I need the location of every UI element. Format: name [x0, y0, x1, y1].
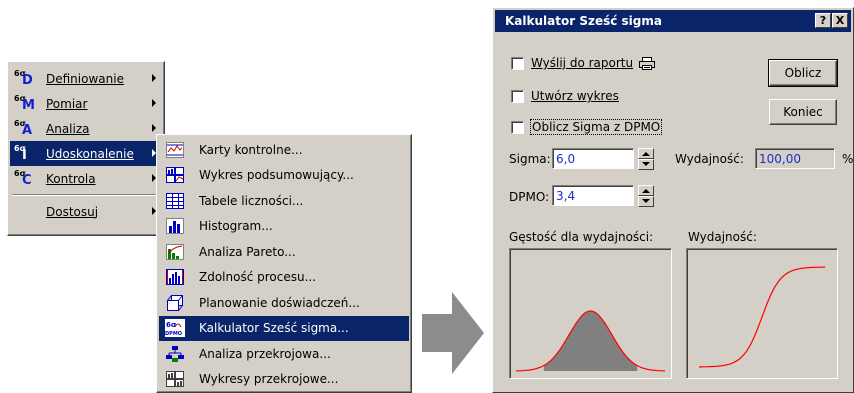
submenu-item-control-charts[interactable]: Karty kontrolne... — [159, 137, 409, 163]
submenu-item-label: Kalkulator Sześć sigma... — [199, 321, 349, 336]
density-curve — [515, 310, 666, 372]
create-chart-checkbox[interactable]: Utwórz wykres — [511, 89, 619, 103]
pareto-icon — [165, 243, 185, 261]
submenu-item-summary-chart[interactable]: Wykres podsumowujący... — [159, 163, 409, 189]
checkbox-box[interactable] — [511, 120, 524, 134]
end-button[interactable]: Koniec — [769, 99, 837, 125]
table-icon — [165, 192, 185, 210]
measure-icon: 6σ M — [14, 93, 35, 113]
submenu-item-frequency-tables[interactable]: Tabele liczności... — [159, 188, 409, 214]
menu-item-control[interactable]: 6σ C Kontrola — [10, 166, 162, 191]
yield-label: Wydajność: — [675, 152, 744, 166]
checkbox-label: Utwórz wykres — [531, 89, 619, 103]
sigma-spinner[interactable] — [638, 148, 654, 170]
sigma-input[interactable]: 6,0 — [552, 148, 634, 169]
svg-text:DPMO: DPMO — [165, 331, 182, 337]
improve-submenu: Karty kontrolne... Wykres podsumowujący.… — [156, 134, 412, 393]
drilldown-icon — [165, 345, 185, 363]
define-icon: 6σ D — [14, 68, 33, 88]
spin-up-icon[interactable] — [638, 148, 654, 159]
menu-item-improve[interactable]: 6σ I Udoskonalenie — [10, 141, 162, 166]
submenu-item-label: Zdolność procesu... — [199, 270, 317, 285]
yield-curve — [699, 266, 825, 368]
histogram-icon — [165, 217, 185, 235]
spin-up-icon[interactable] — [638, 185, 654, 196]
submenu-item-process-capability[interactable]: Zdolność procesu... — [159, 265, 409, 291]
control-chart-icon — [165, 141, 185, 159]
menu-item-label: Kontrola — [46, 171, 96, 186]
menu-item-label: Pomiar — [46, 96, 88, 111]
menu-item-analyze[interactable]: 6σ A Analiza — [10, 116, 162, 141]
checkbox-box[interactable] — [511, 56, 524, 70]
sigma-label: Sigma: — [509, 152, 551, 166]
control-icon: 6σ C — [14, 168, 32, 188]
dpmo-spinner[interactable] — [638, 185, 654, 207]
calc-from-dpmo-checkbox[interactable]: Oblicz Sigma z DPMO — [511, 119, 663, 135]
checkbox-label: Oblicz Sigma z DPMO — [529, 119, 663, 135]
menu-item-label: Analiza — [46, 121, 90, 136]
submenu-item-drilldown-charts[interactable]: Wykresy przekrojowe... — [159, 367, 409, 393]
percent-label: % — [842, 152, 854, 166]
menu-item-label: Definiowanie — [46, 71, 124, 86]
spin-down-icon[interactable] — [638, 196, 654, 207]
submenu-arrow-icon — [152, 99, 156, 107]
yield-output: 100,00 — [755, 148, 835, 169]
submenu-item-label: Karty kontrolne... — [199, 142, 303, 157]
yield-plot-title: Wydajność: — [688, 230, 757, 244]
density-area — [543, 311, 638, 371]
submenu-item-experimental-design[interactable]: Planowanie doświadczeń... — [159, 290, 409, 316]
submenu-item-label: Wykres podsumowujący... — [199, 168, 354, 183]
submenu-item-six-sigma-calculator[interactable]: 6σ DPMO Kalkulator Sześć sigma... — [159, 315, 409, 341]
improve-icon: 6σ I — [14, 143, 27, 163]
menu-separator — [10, 191, 162, 199]
submenu-item-pareto[interactable]: Analiza Pareto... — [159, 239, 409, 265]
printer-icon — [639, 56, 656, 70]
dialog-titlebar[interactable]: Kalkulator Sześć sigma ? X — [495, 10, 851, 32]
dpmo-label: DPMO: — [509, 190, 550, 204]
summary-chart-icon — [165, 166, 185, 184]
yield-plot — [686, 248, 838, 379]
checkbox-label: Wyślij do raportu — [531, 56, 634, 70]
submenu-item-label: Planowanie doświadczeń... — [199, 295, 360, 310]
submenu-item-label: Analiza Pareto... — [199, 244, 296, 259]
density-plot — [509, 248, 672, 379]
submenu-item-label: Histogram... — [199, 219, 273, 234]
menu-item-measure[interactable]: 6σ M Pomiar — [10, 91, 162, 116]
menu-item-define[interactable]: 6σ D Definiowanie — [10, 66, 162, 91]
capability-icon — [165, 268, 185, 286]
menu-item-label: Dostosuj — [46, 204, 99, 219]
submenu-item-label: Wykresy przekrojowe... — [199, 372, 339, 387]
svg-text:6σ: 6σ — [166, 321, 177, 329]
sigma-calculator-icon: 6σ DPMO — [165, 319, 185, 338]
arrow-right-icon — [422, 292, 484, 374]
density-plot-title: Gęstość dla wydajności: — [509, 230, 654, 244]
close-button[interactable]: X — [832, 13, 848, 28]
submenu-item-histogram[interactable]: Histogram... — [159, 214, 409, 240]
menu-item-customize[interactable]: Dostosuj — [10, 199, 162, 224]
yield-line — [699, 266, 825, 368]
send-to-report-checkbox[interactable]: Wyślij do raportu — [511, 56, 656, 70]
menu-item-label: Udoskonalenie — [46, 146, 134, 161]
submenu-item-label: Analiza przekrojowa... — [199, 346, 331, 361]
submenu-arrow-icon — [152, 74, 156, 82]
help-button[interactable]: ? — [815, 13, 831, 28]
analyze-icon: 6σ A — [14, 118, 33, 138]
submenu-item-label: Tabele liczności... — [199, 193, 304, 208]
calculate-button[interactable]: Oblicz — [768, 59, 838, 87]
submenu-arrow-icon — [152, 124, 156, 132]
submenu-item-drilldown-analysis[interactable]: Analiza przekrojowa... — [159, 341, 409, 367]
six-sigma-menu: 6σ D Definiowanie 6σ M Pomiar 6σ A Analiza … — [7, 61, 165, 236]
checkbox-box[interactable] — [511, 89, 524, 103]
doe-icon — [165, 294, 185, 312]
dpmo-input[interactable]: 3,4 — [552, 185, 634, 206]
dialog-title: Kalkulator Sześć sigma — [505, 14, 662, 28]
drilldown-charts-icon — [165, 370, 185, 388]
six-sigma-calculator-dialog: Kalkulator Sześć sigma ? X Wyślij do rap… — [492, 7, 854, 393]
spin-down-icon[interactable] — [638, 159, 654, 170]
